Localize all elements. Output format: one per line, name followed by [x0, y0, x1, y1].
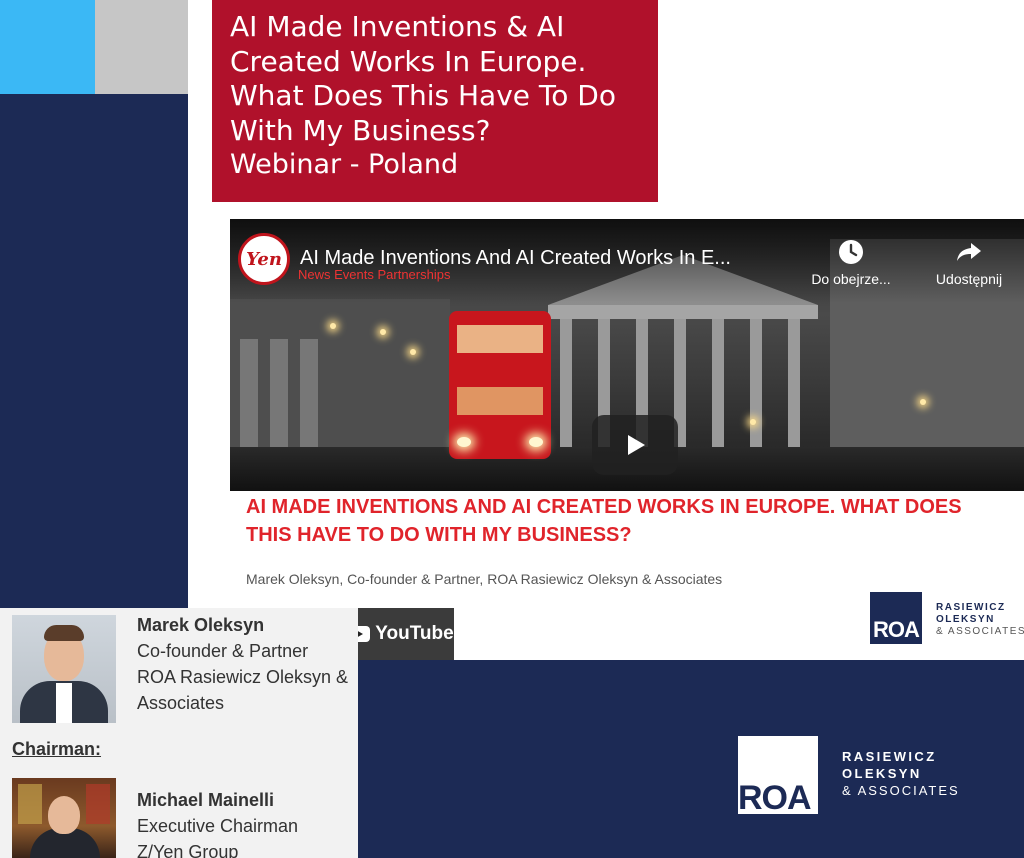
share-button[interactable]: Udostępnij	[914, 239, 1024, 287]
video-caption: AI MADE INVENTIONS AND AI CREATED WORKS …	[246, 496, 962, 546]
title-line: Created Works In Europe.	[230, 44, 587, 78]
title-box: AI Made Inventions & AI Created Works In…	[212, 0, 658, 202]
speaker-name: Michael Mainelli	[137, 790, 275, 810]
speaker-org: Z/Yen Group	[137, 842, 239, 858]
grey-block	[95, 0, 188, 94]
play-button[interactable]	[592, 415, 678, 475]
speaker-role: Co-founder & Partner	[137, 641, 309, 661]
watch-later-label: Do obejrze...	[811, 271, 891, 287]
title-subtitle: Webinar - Poland	[230, 149, 459, 180]
play-icon	[628, 435, 645, 455]
chairman-label: Chairman:	[12, 739, 102, 759]
title-line: What Does This Have To Do	[230, 79, 616, 112]
channel-logo[interactable]: Yen	[238, 233, 290, 285]
speaker-photo-marek	[12, 615, 116, 723]
video-author: Marek Oleksyn, Co-founder & Partner, ROA…	[246, 571, 723, 587]
roa-logo: ROA RASIEWICZ OLEKSYN & ASSOCIATES	[738, 736, 958, 815]
share-icon	[957, 243, 981, 261]
channel-subtitle: News Events Partnerships	[298, 267, 451, 282]
clock-icon	[839, 240, 863, 264]
youtube-button[interactable]: YouTube	[348, 608, 454, 660]
speaker-name: Marek Oleksyn	[137, 615, 265, 635]
speaker-org: ROA Rasiewicz Oleksyn &	[137, 667, 349, 687]
title-line: AI Made Inventions & AI	[230, 10, 565, 43]
speaker-role: Executive Chairman	[137, 816, 299, 836]
video-player[interactable]: Yen AI Made Inventions And AI Created Wo…	[230, 219, 1024, 660]
watch-later-button[interactable]: Do obejrze...	[796, 239, 906, 287]
red-bus	[449, 311, 551, 459]
share-label: Udostępnij	[935, 271, 1003, 287]
speaker-org-cont: Associates	[137, 693, 225, 713]
cyan-block	[0, 0, 95, 94]
speakers-panel: Marek Oleksyn Co-founder & Partner ROA R…	[0, 608, 358, 858]
left-navy-panel	[0, 94, 188, 608]
youtube-label: YouTube	[375, 623, 454, 644]
title-line: With My Business?	[230, 113, 491, 147]
speaker-photo-michael	[12, 778, 116, 858]
roa-logo-small: ROA RASIEWICZ OLEKSYN & ASSOCIATES	[870, 592, 1024, 644]
